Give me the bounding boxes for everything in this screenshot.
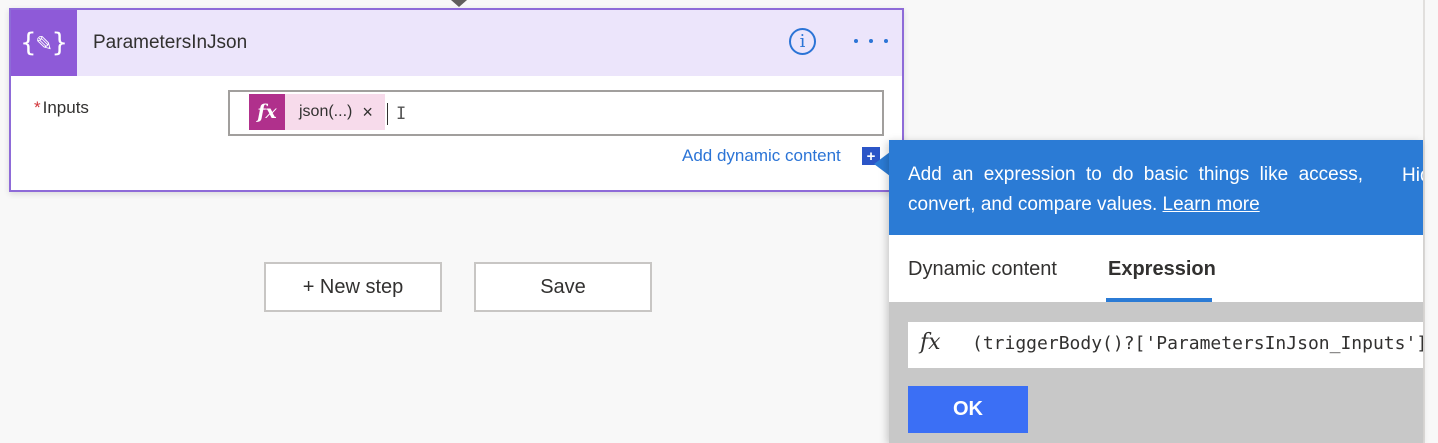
active-tab-indicator bbox=[1106, 298, 1212, 302]
text-caret bbox=[387, 103, 388, 125]
flyout-description-text: Add an expression to do basic things lik… bbox=[908, 164, 1363, 215]
fx-icon: fx bbox=[920, 330, 941, 355]
info-icon[interactable]: i bbox=[789, 28, 816, 55]
inputs-field[interactable]: fx json(...) × I bbox=[228, 90, 884, 136]
ok-button[interactable]: OK bbox=[908, 386, 1028, 433]
flyout-description: Add an expression to do basic things lik… bbox=[908, 160, 1363, 220]
data-operation-icon: {✎} bbox=[11, 10, 77, 76]
connector-arrow bbox=[451, 0, 467, 7]
card-header[interactable]: {✎} ParametersInJson i bbox=[11, 10, 902, 76]
new-step-button[interactable]: + New step bbox=[264, 262, 442, 312]
inputs-label-text: Inputs bbox=[42, 98, 89, 117]
more-options-icon[interactable] bbox=[854, 28, 888, 54]
expression-text[interactable]: (triggerBody()?['ParametersInJson_Inputs… bbox=[972, 333, 1423, 354]
flyout-header: Add an expression to do basic things lik… bbox=[889, 140, 1423, 235]
inputs-label: * Inputs bbox=[34, 98, 89, 118]
fx-icon: fx bbox=[249, 94, 285, 130]
add-dynamic-content-link[interactable]: Add dynamic content bbox=[682, 146, 841, 166]
dot-icon bbox=[869, 39, 873, 43]
dot-icon bbox=[884, 39, 888, 43]
learn-more-link[interactable]: Learn more bbox=[1163, 194, 1260, 215]
expression-flyout: Add an expression to do basic things lik… bbox=[889, 140, 1423, 443]
canvas-edge-divider bbox=[1423, 0, 1425, 443]
flyout-pointer bbox=[874, 152, 890, 176]
required-mark: * bbox=[34, 98, 41, 117]
tab-expression[interactable]: Expression bbox=[1108, 258, 1216, 281]
tab-dynamic-content[interactable]: Dynamic content bbox=[908, 258, 1057, 281]
save-button[interactable]: Save bbox=[474, 262, 652, 312]
ibeam-cursor-icon: I bbox=[396, 104, 407, 124]
action-card: {✎} ParametersInJson i * Inputs fx json(.… bbox=[9, 8, 904, 192]
flyout-tabs: Dynamic content Expression bbox=[889, 235, 1423, 302]
dot-icon bbox=[854, 39, 858, 43]
card-title: ParametersInJson bbox=[93, 32, 248, 53]
hide-flyout-link[interactable]: Hide bbox=[1402, 165, 1423, 187]
remove-token-icon[interactable]: × bbox=[362, 102, 373, 123]
token-label: json(...) bbox=[299, 103, 353, 120]
expression-input[interactable]: fx (triggerBody()?['ParametersInJson_Inp… bbox=[908, 322, 1423, 368]
expression-token[interactable]: fx json(...) × bbox=[249, 94, 385, 130]
